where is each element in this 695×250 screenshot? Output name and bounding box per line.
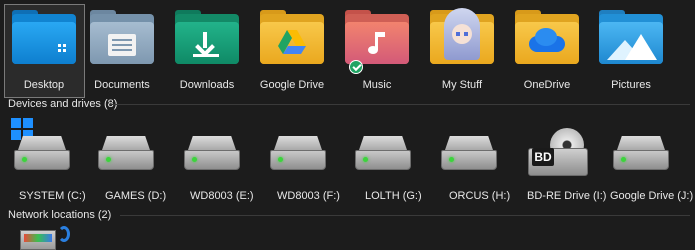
- folder-label: OneDrive: [523, 79, 571, 91]
- drive-c-icon[interactable]: [14, 136, 70, 172]
- drive-e-icon[interactable]: [184, 136, 240, 172]
- drive-label: Google Drive (J:): [610, 190, 694, 202]
- drive-h-icon[interactable]: [441, 136, 497, 172]
- documents-folder-icon: [90, 10, 154, 64]
- folder-label: Downloads: [179, 79, 235, 91]
- network-location-icon[interactable]: [20, 226, 70, 250]
- folder-label: Desktop: [23, 79, 65, 91]
- drive-g-icon[interactable]: [355, 136, 411, 172]
- desktop-folder-icon: [12, 10, 76, 64]
- bd-badge: BD: [532, 148, 554, 166]
- folder-label: Google Drive: [259, 79, 325, 91]
- folder-label: My Stuff: [441, 79, 483, 91]
- drive-label: ORCUS (H:): [449, 190, 511, 202]
- sync-check-icon: [349, 60, 363, 74]
- drive-label: SYSTEM (C:): [19, 190, 86, 202]
- bd-drive-icon[interactable]: BD: [528, 128, 590, 178]
- google-drive-folder-icon: [260, 10, 324, 64]
- downloads-folder-icon: [175, 10, 239, 64]
- folder-label: Pictures: [611, 79, 651, 91]
- drive-label: BD-RE Drive (I:): [527, 190, 607, 202]
- drive-j-icon[interactable]: [613, 136, 669, 172]
- onedrive-folder-icon: [515, 10, 579, 64]
- network-section-header[interactable]: Network locations (2): [8, 209, 111, 221]
- music-folder-icon: [345, 10, 409, 64]
- drive-label: LOLTH (G:): [365, 190, 422, 202]
- drive-f-icon[interactable]: [270, 136, 326, 172]
- drive-label: GAMES (D:): [105, 190, 167, 202]
- section-divider: [110, 104, 690, 105]
- folder-label: Documents: [94, 79, 150, 91]
- section-divider: [120, 215, 690, 216]
- folder-label: Music: [362, 79, 392, 91]
- anime-folder-icon: [430, 8, 494, 64]
- drive-label: WD8003 (E:): [190, 190, 254, 202]
- pictures-folder-icon: [599, 10, 663, 64]
- drive-d-icon[interactable]: [98, 136, 154, 172]
- devices-section-header[interactable]: Devices and drives (8): [8, 98, 117, 110]
- drive-label: WD8003 (F:): [277, 190, 340, 202]
